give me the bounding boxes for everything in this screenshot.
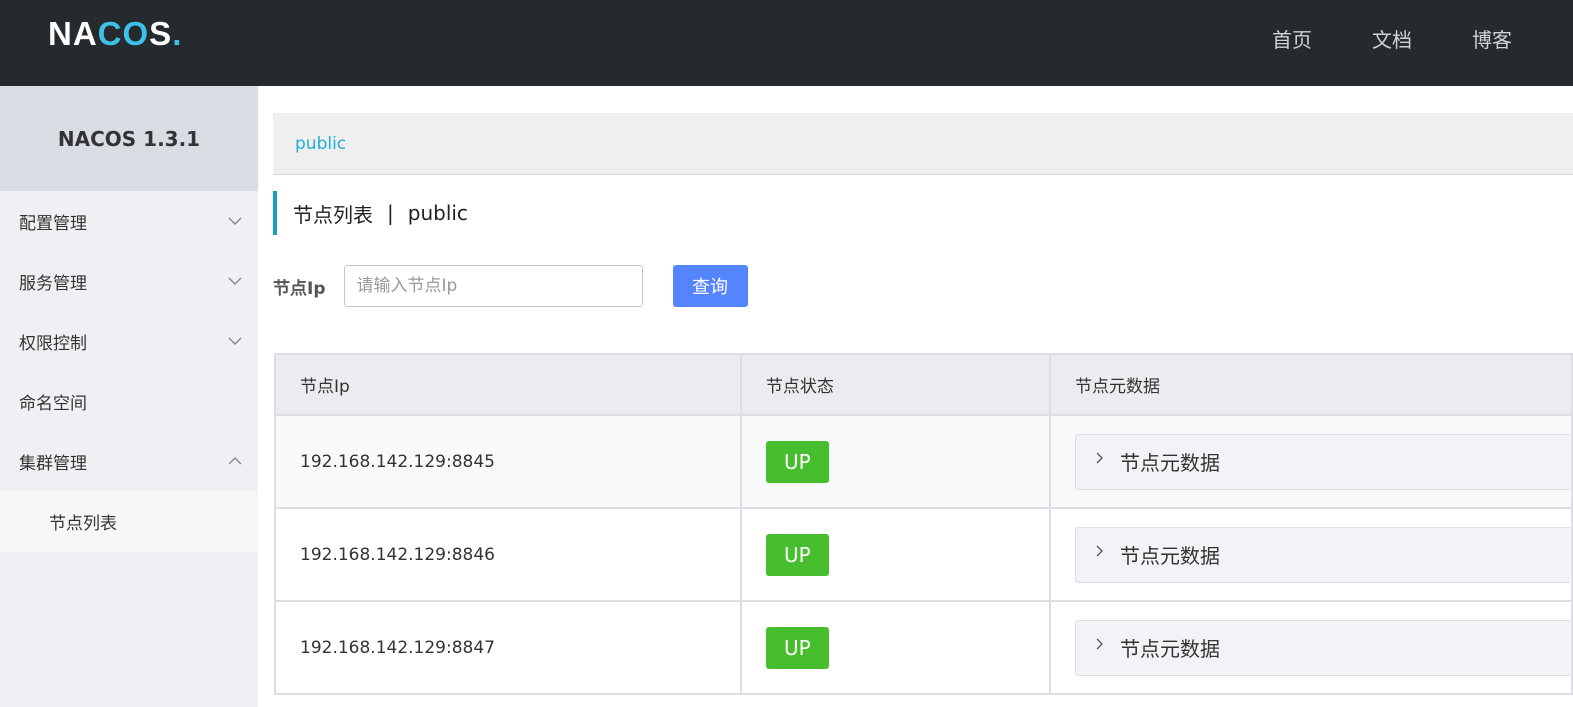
top-header: NACOS. 首页 文档 博客 xyxy=(0,0,1573,86)
search-form: 节点Ip 查询 xyxy=(273,265,748,307)
status-badge: UP xyxy=(765,533,829,576)
node-ip-cell: 192.168.142.129:8847 xyxy=(275,601,742,695)
node-status-cell: UP xyxy=(740,415,1051,509)
node-status-cell: UP xyxy=(740,508,1051,602)
column-header-node-status: 节点状态 xyxy=(740,354,1051,416)
sidebar-item-access-control[interactable]: 权限控制 xyxy=(0,311,258,371)
metadata-collapse[interactable]: 节点元数据 xyxy=(1074,433,1570,490)
logo-text-suffix: S xyxy=(149,15,173,52)
metadata-collapse-label: 节点元数据 xyxy=(1119,637,1220,661)
chevron-right-icon xyxy=(1096,638,1103,649)
chevron-right-icon xyxy=(1096,545,1103,556)
nacos-logo[interactable]: NACOS. xyxy=(48,14,182,54)
chevron-right-icon xyxy=(1096,452,1103,463)
page-title-namespace: public xyxy=(407,201,468,225)
node-table: 节点Ip 节点状态 节点元数据 192.168.142.129:8845 UP … xyxy=(274,353,1573,695)
nav-home-link[interactable]: 首页 xyxy=(1272,24,1312,53)
sidebar-item-label: 权限控制 xyxy=(19,333,87,354)
metadata-collapse-label: 节点元数据 xyxy=(1119,451,1220,475)
node-metadata-cell: 节点元数据 xyxy=(1049,415,1573,509)
table-row: 192.168.142.129:8847 UP 节点元数据 xyxy=(275,601,1573,695)
page-title: 节点列表 | public xyxy=(273,191,468,235)
node-status-cell: UP xyxy=(740,601,1051,695)
sidebar-item-label: 配置管理 xyxy=(19,213,87,234)
main-content: public 节点列表 | public 节点Ip 查询 节点Ip 节点状态 节… xyxy=(258,86,1573,707)
column-header-node-ip: 节点Ip xyxy=(275,354,742,416)
chevron-down-icon xyxy=(228,217,242,225)
sidebar-item-label: 集群管理 xyxy=(19,453,87,474)
logo-dot: . xyxy=(172,15,183,52)
table-row: 192.168.142.129:8845 UP 节点元数据 xyxy=(275,415,1573,509)
status-badge: UP xyxy=(765,440,829,483)
nav-docs-link[interactable]: 文档 xyxy=(1372,24,1412,53)
column-header-node-metadata: 节点元数据 xyxy=(1049,354,1573,416)
node-metadata-cell: 节点元数据 xyxy=(1049,601,1573,695)
chevron-down-icon xyxy=(228,277,242,285)
sidebar-item-label: 命名空间 xyxy=(19,393,87,414)
sidebar-item-config-management[interactable]: 配置管理 xyxy=(0,191,258,251)
metadata-collapse[interactable]: 节点元数据 xyxy=(1074,619,1570,676)
metadata-collapse[interactable]: 节点元数据 xyxy=(1074,526,1570,583)
namespace-link[interactable]: public xyxy=(295,134,346,154)
title-separator: | xyxy=(387,201,394,225)
sidebar-item-namespace[interactable]: 命名空间 xyxy=(0,371,258,431)
query-button[interactable]: 查询 xyxy=(672,265,748,307)
status-badge: UP xyxy=(765,626,829,669)
sidebar-item-node-list[interactable]: 节点列表 xyxy=(0,491,258,551)
page-title-text: 节点列表 xyxy=(293,202,373,227)
node-ip-cell: 192.168.142.129:8846 xyxy=(275,508,742,602)
top-nav: 首页 文档 博客 xyxy=(1272,0,1573,76)
cluster-submenu: 节点列表 xyxy=(0,491,258,551)
version-title: NACOS 1.3.1 xyxy=(0,86,258,191)
nav-blog-link[interactable]: 博客 xyxy=(1472,24,1512,53)
sidebar-item-label: 服务管理 xyxy=(19,273,87,294)
table-header-row: 节点Ip 节点状态 节点元数据 xyxy=(275,354,1573,416)
node-ip-label: 节点Ip xyxy=(273,278,326,299)
namespace-bar: public xyxy=(273,113,1573,175)
node-ip-input[interactable] xyxy=(343,265,643,307)
logo-text-prefix: NA xyxy=(48,15,98,52)
metadata-collapse-label: 节点元数据 xyxy=(1119,544,1220,568)
chevron-up-icon xyxy=(228,457,242,465)
chevron-down-icon xyxy=(228,337,242,345)
sidebar: NACOS 1.3.1 配置管理 服务管理 权限控制 命名空间 集群管理 节点列… xyxy=(0,86,258,707)
node-metadata-cell: 节点元数据 xyxy=(1049,508,1573,602)
logo-text-highlight: CO xyxy=(97,15,150,52)
table-row: 192.168.142.129:8846 UP 节点元数据 xyxy=(275,508,1573,602)
node-ip-cell: 192.168.142.129:8845 xyxy=(275,415,742,509)
sidebar-item-service-management[interactable]: 服务管理 xyxy=(0,251,258,311)
sidebar-item-cluster-management[interactable]: 集群管理 xyxy=(0,431,258,491)
sidebar-item-label: 节点列表 xyxy=(49,513,117,534)
